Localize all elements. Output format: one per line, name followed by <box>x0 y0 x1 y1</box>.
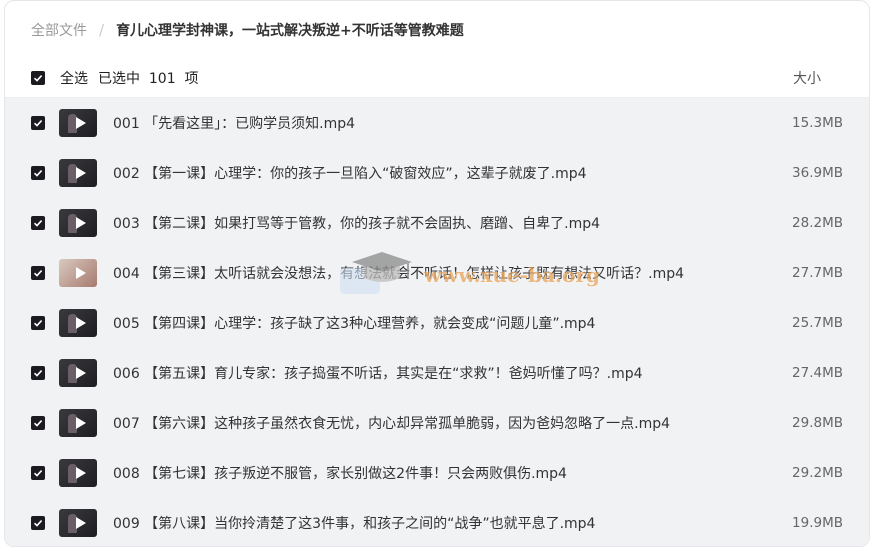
file-name[interactable]: 001 「先看这里」：已购学员须知.mp4 <box>113 113 355 133</box>
select-all-checkbox[interactable] <box>31 71 45 85</box>
check-icon <box>33 420 43 427</box>
file-list: 001 「先看这里」：已购学员须知.mp4 15.3MB 002 【第一课】心理… <box>5 98 869 546</box>
file-name[interactable]: 005 【第四课】心理学：孩子缺了这3种心理营养，就会变成“问题儿童”.mp4 <box>113 313 595 333</box>
check-icon <box>33 270 43 277</box>
check-icon <box>33 470 43 477</box>
file-name[interactable]: 007 【第六课】这种孩子虽然衣食无忧，内心却异常孤单脆弱，因为爸妈忽略了一点.… <box>113 413 670 433</box>
video-thumbnail-icon <box>59 109 97 137</box>
breadcrumb-current-folder: 育儿心理学封神课，一站式解决叛逆+不听话等管教难题 <box>116 23 464 39</box>
row-checkbox[interactable] <box>31 466 45 480</box>
file-name[interactable]: 008 【第七课】孩子叛逆不服管，家长别做这2件事！只会两败俱伤.mp4 <box>113 463 567 483</box>
check-icon <box>33 220 43 227</box>
row-checkbox[interactable] <box>31 516 45 530</box>
file-row[interactable]: 008 【第七课】孩子叛逆不服管，家长别做这2件事！只会两败俱伤.mp4 29.… <box>5 448 869 498</box>
file-row[interactable]: 003 【第二课】如果打骂等于管教，你的孩子就不会固执、磨蹭、自卑了.mp4 2… <box>5 198 869 248</box>
file-row[interactable]: 004 【第三课】太听话就会没想法，有想法就会不听话！怎样让孩子既有想法又听话？… <box>5 248 869 298</box>
file-row[interactable]: 007 【第六课】这种孩子虽然衣食无忧，内心却异常孤单脆弱，因为爸妈忽略了一点.… <box>5 398 869 448</box>
file-name[interactable]: 009 【第八课】当你拎清楚了这3件事，和孩子之间的“战争”也就平息了.mp4 <box>113 513 595 533</box>
check-icon <box>33 520 43 527</box>
select-all-label[interactable]: 全选 <box>60 68 88 88</box>
row-checkbox[interactable] <box>31 416 45 430</box>
file-size: 27.7MB <box>792 265 843 281</box>
file-name[interactable]: 004 【第三课】太听话就会没想法，有想法就会不听话！怎样让孩子既有想法又听话？… <box>113 263 684 283</box>
row-checkbox[interactable] <box>31 366 45 380</box>
check-icon <box>33 120 43 127</box>
video-thumbnail-icon <box>59 359 97 387</box>
file-name[interactable]: 006 【第五课】育儿专家：孩子捣蛋不听话，其实是在“求救”！爸妈听懂了吗？.m… <box>113 363 643 383</box>
file-size: 19.9MB <box>792 515 843 531</box>
row-checkbox[interactable] <box>31 266 45 280</box>
check-icon <box>33 170 43 177</box>
list-header: 全选 已选中 101 项 大小 <box>5 59 869 98</box>
file-browser: 全部文件 / 育儿心理学封神课，一站式解决叛逆+不听话等管教难题 全选 已选中 … <box>4 0 870 547</box>
file-size: 29.2MB <box>792 465 843 481</box>
file-row[interactable]: 001 「先看这里」：已购学员须知.mp4 15.3MB <box>5 98 869 148</box>
video-thumbnail-icon <box>59 209 97 237</box>
breadcrumb-root-link[interactable]: 全部文件 <box>31 20 87 40</box>
selected-count: 已选中 101 项 <box>98 71 199 87</box>
file-row[interactable]: 009 【第八课】当你拎清楚了这3件事，和孩子之间的“战争”也就平息了.mp4 … <box>5 498 869 546</box>
file-size: 27.4MB <box>792 365 843 381</box>
size-column-header[interactable]: 大小 <box>793 68 821 88</box>
row-checkbox[interactable] <box>31 216 45 230</box>
breadcrumb: 全部文件 / 育儿心理学封神课，一站式解决叛逆+不听话等管教难题 <box>5 1 869 59</box>
file-row[interactable]: 002 【第一课】心理学：你的孩子一旦陷入“破窗效应”，这辈子就废了.mp4 3… <box>5 148 869 198</box>
check-icon <box>33 75 43 82</box>
video-thumbnail-icon <box>59 309 97 337</box>
file-row[interactable]: 006 【第五课】育儿专家：孩子捣蛋不听话，其实是在“求救”！爸妈听懂了吗？.m… <box>5 348 869 398</box>
video-thumbnail-icon <box>59 159 97 187</box>
check-icon <box>33 320 43 327</box>
row-checkbox[interactable] <box>31 116 45 130</box>
file-size: 25.7MB <box>792 315 843 331</box>
video-thumbnail-icon <box>59 459 97 487</box>
video-thumbnail-icon <box>59 259 97 287</box>
file-size: 15.3MB <box>792 115 843 131</box>
file-size: 28.2MB <box>792 215 843 231</box>
file-name[interactable]: 002 【第一课】心理学：你的孩子一旦陷入“破窗效应”，这辈子就废了.mp4 <box>113 163 587 183</box>
row-checkbox[interactable] <box>31 166 45 180</box>
video-thumbnail-icon <box>59 509 97 537</box>
row-checkbox[interactable] <box>31 316 45 330</box>
file-size: 36.9MB <box>792 165 843 181</box>
file-size: 29.8MB <box>792 415 843 431</box>
breadcrumb-separator: / <box>99 21 105 39</box>
check-icon <box>33 370 43 377</box>
file-name[interactable]: 003 【第二课】如果打骂等于管教，你的孩子就不会固执、磨蹭、自卑了.mp4 <box>113 213 600 233</box>
file-row[interactable]: 005 【第四课】心理学：孩子缺了这3种心理营养，就会变成“问题儿童”.mp4 … <box>5 298 869 348</box>
video-thumbnail-icon <box>59 409 97 437</box>
